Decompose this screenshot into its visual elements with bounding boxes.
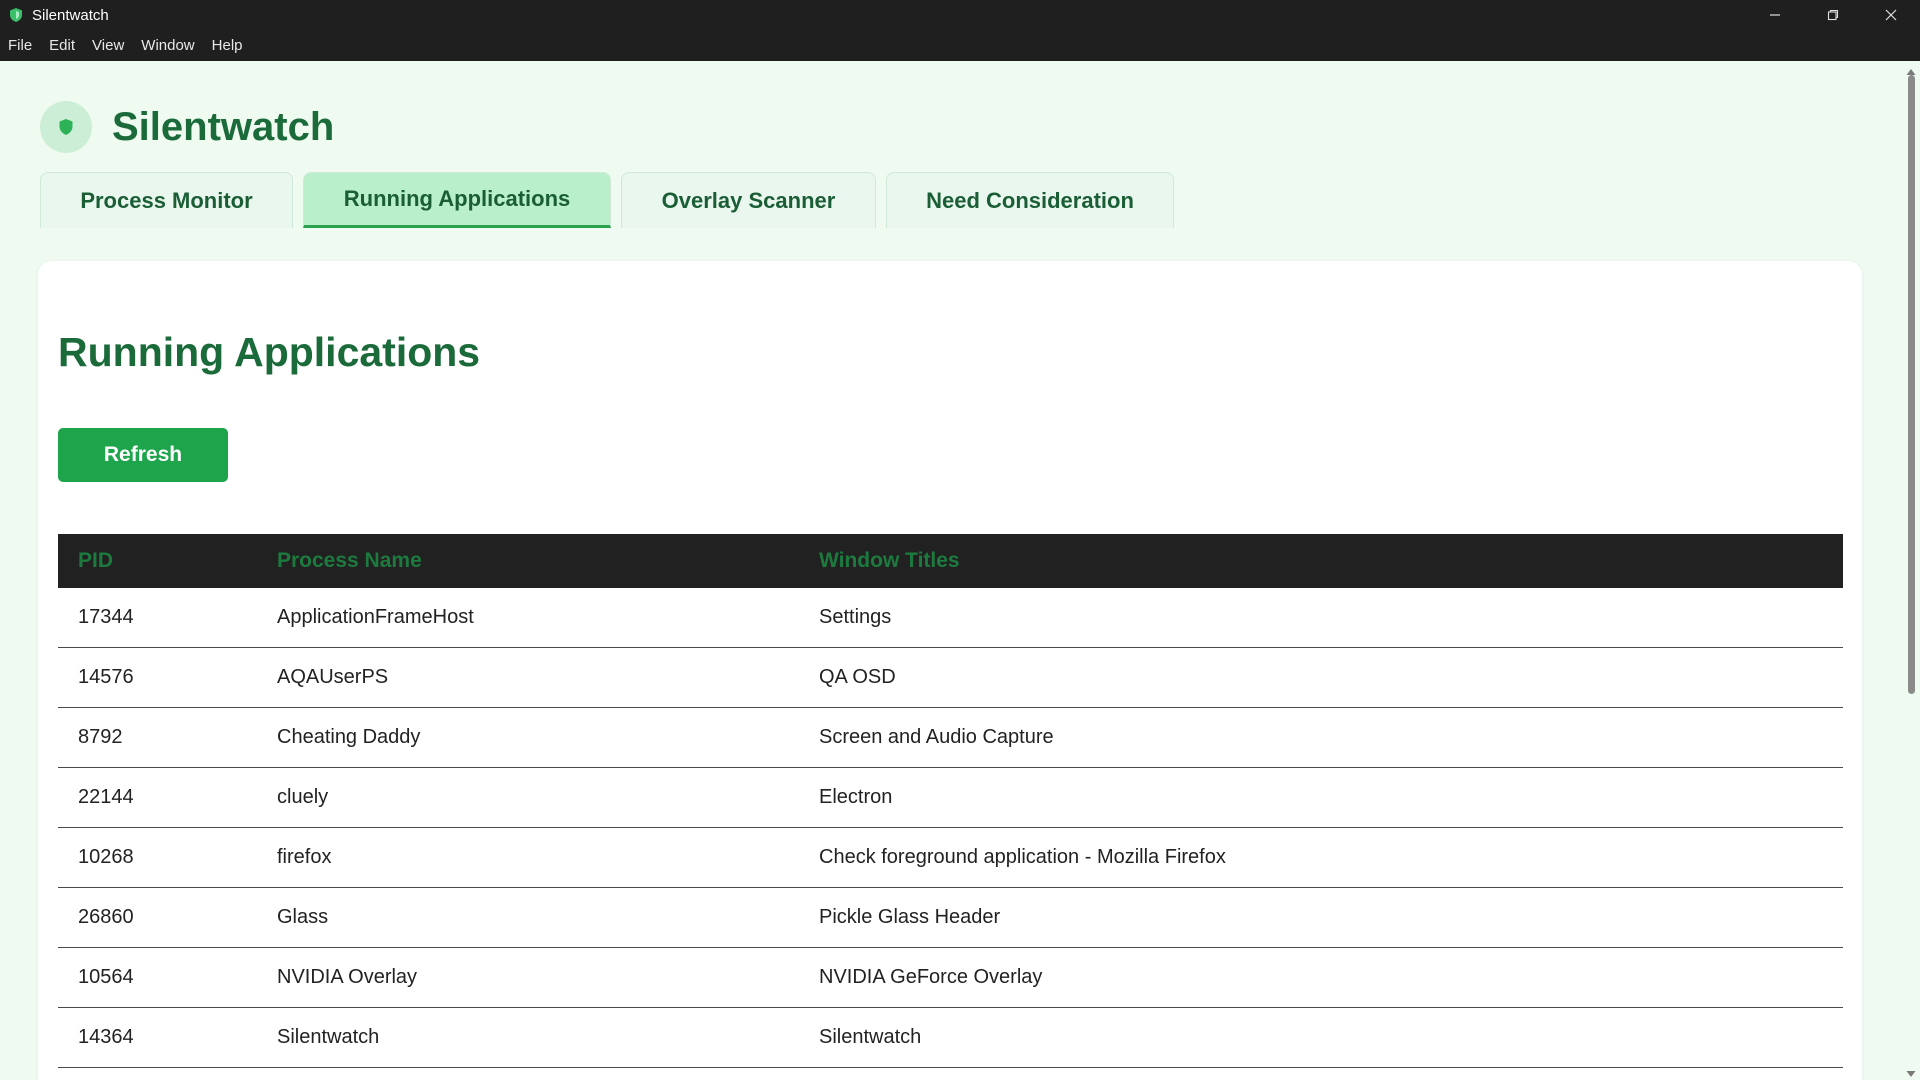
scrollbar-thumb[interactable]: [1908, 75, 1915, 694]
cell-pid: 22144: [78, 786, 134, 808]
cell-window-title: Electron: [819, 786, 893, 808]
cell-window-title: Silentwatch: [819, 1026, 922, 1048]
tab-label: Running Applications: [343, 186, 571, 211]
close-icon[interactable]: [1862, 0, 1920, 30]
column-header-process-name[interactable]: Process Name: [277, 549, 819, 573]
vertical-scrollbar[interactable]: [1902, 61, 1920, 1080]
cell-process-name: NVIDIA Overlay: [277, 966, 418, 988]
cell-process-name: firefox: [277, 846, 332, 868]
title-bar: Silentwatch: [0, 0, 1920, 30]
tab-label: Need Consideration: [926, 187, 1134, 213]
table-row[interactable]: 10268 firefox Check foreground applicati…: [58, 828, 1843, 888]
menu-edit[interactable]: Edit: [41, 37, 84, 54]
tab-process-monitor[interactable]: Process Monitor: [40, 172, 293, 228]
restore-icon[interactable]: [1804, 0, 1862, 30]
menu-window[interactable]: Window: [133, 37, 203, 54]
cell-window-title: Screen and Audio Capture: [819, 726, 1054, 748]
column-header-pid[interactable]: PID: [58, 549, 277, 573]
cell-window-title: Settings: [819, 606, 892, 628]
main-panel: Running Applications Refresh PID Process…: [38, 261, 1862, 1080]
tab-bar: Process Monitor Running Applications Ove…: [40, 172, 1184, 228]
cell-pid: 8792: [78, 726, 123, 748]
refresh-button[interactable]: Refresh: [58, 428, 228, 482]
cell-pid: 14576: [78, 666, 134, 688]
app-name: Silentwatch: [112, 104, 335, 149]
table-row[interactable]: 14364 Silentwatch Silentwatch: [58, 1008, 1843, 1068]
shield-icon: [58, 118, 74, 136]
table-row[interactable]: 8792 Cheating Daddy Screen and Audio Cap…: [58, 708, 1843, 768]
cell-window-title: Check foreground application - Mozilla F…: [819, 846, 1226, 868]
table-row[interactable]: 22144 cluely Electron: [58, 768, 1843, 828]
app-content: Silentwatch Process Monitor Running Appl…: [0, 61, 1902, 1080]
cell-process-name: Silentwatch: [277, 1026, 380, 1048]
column-header-window-titles[interactable]: Window Titles: [819, 549, 1843, 573]
window-controls: [1746, 0, 1920, 30]
applications-table: PID Process Name Window Titles 17344 App…: [58, 534, 1843, 1068]
tab-running-applications[interactable]: Running Applications: [303, 172, 611, 228]
cell-window-title: Pickle Glass Header: [819, 906, 1001, 928]
cell-process-name: ApplicationFrameHost: [277, 606, 474, 628]
table-header: PID Process Name Window Titles: [58, 534, 1843, 588]
window-title: Silentwatch: [32, 6, 109, 24]
tab-label: Overlay Scanner: [661, 187, 836, 213]
cell-process-name: cluely: [277, 786, 329, 808]
cell-process-name: AQAUserPS: [277, 666, 389, 688]
cell-window-title: QA OSD: [819, 666, 896, 688]
tab-label: Process Monitor: [80, 187, 253, 213]
app-header: Silentwatch: [40, 101, 334, 153]
minimize-icon[interactable]: [1746, 0, 1804, 30]
cell-pid: 17344: [78, 606, 134, 628]
menu-help[interactable]: Help: [204, 37, 252, 54]
table-row[interactable]: 14576 AQAUserPS QA OSD: [58, 648, 1843, 708]
table-row[interactable]: 26860 Glass Pickle Glass Header: [58, 888, 1843, 948]
table-row[interactable]: 17344 ApplicationFrameHost Settings: [58, 588, 1843, 648]
table-row[interactable]: 10564 NVIDIA Overlay NVIDIA GeForce Over…: [58, 948, 1843, 1008]
cell-pid: 14364: [78, 1026, 134, 1048]
cell-process-name: Cheating Daddy: [277, 726, 421, 748]
scroll-down-arrow-icon[interactable]: [1905, 1068, 1917, 1080]
menu-file[interactable]: File: [0, 37, 41, 54]
menu-bar: File Edit View Window Help: [0, 30, 1920, 61]
page-title: Running Applications: [58, 329, 481, 375]
cell-pid: 10564: [78, 966, 134, 988]
cell-pid: 26860: [78, 906, 134, 928]
tab-overlay-scanner[interactable]: Overlay Scanner: [621, 172, 876, 228]
menu-view[interactable]: View: [84, 37, 133, 54]
cell-pid: 10268: [78, 846, 134, 868]
cell-process-name: Glass: [277, 906, 329, 928]
cell-window-title: NVIDIA GeForce Overlay: [819, 966, 1043, 988]
tab-need-consideration[interactable]: Need Consideration: [886, 172, 1174, 228]
logo: [40, 101, 92, 153]
shield-icon: [8, 7, 24, 23]
